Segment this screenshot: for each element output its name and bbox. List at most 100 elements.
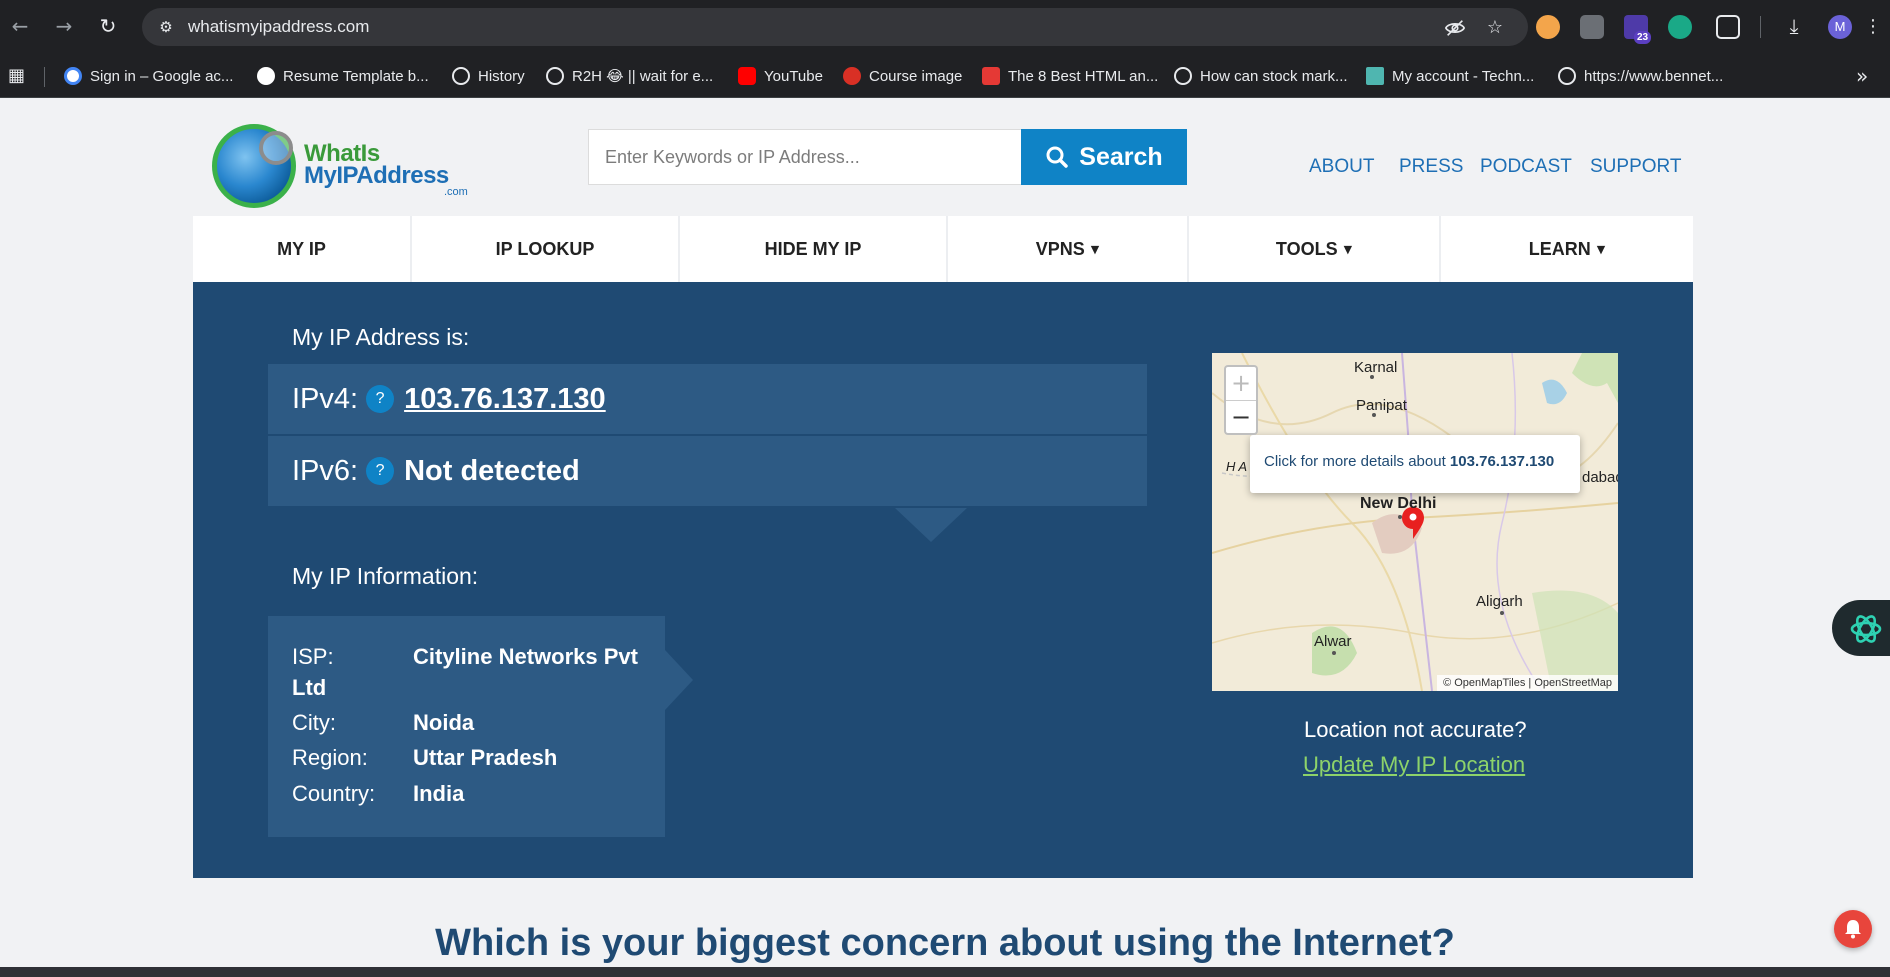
menu-learn[interactable]: LEARN ▼ xyxy=(1441,216,1693,282)
google-favicon-icon xyxy=(64,67,82,85)
bookmark-history[interactable]: History xyxy=(452,63,525,89)
download-icon[interactable]: ⤓ xyxy=(1782,14,1806,38)
extensions-puzzle-icon[interactable] xyxy=(1716,15,1740,39)
history-icon xyxy=(452,67,470,85)
bookmark-resume-template[interactable]: Resume Template b... xyxy=(257,63,429,89)
chevron-down-icon: ▼ xyxy=(1090,242,1100,256)
menu-tools[interactable]: TOOLS ▼ xyxy=(1189,216,1441,282)
map-label-dabad: dabad xyxy=(1582,469,1618,486)
bookmark-star-icon[interactable]: ☆ xyxy=(1484,17,1506,39)
country-label: Country: xyxy=(292,781,376,806)
ipv4-value[interactable]: 103.76.137.130 xyxy=(404,383,606,416)
browser-toolbar: ← → ↻ ⚙ whatismyipaddress.com ☆ 23 ⤓ M ⋮ xyxy=(0,0,1890,55)
globe-magnifier-icon xyxy=(212,124,296,208)
account-favicon-icon xyxy=(1366,67,1384,85)
search-input[interactable] xyxy=(588,129,1021,185)
ai-assistant-icon xyxy=(1850,615,1882,643)
map-label-new-delhi: New Delhi xyxy=(1360,495,1437,512)
nav-support[interactable]: SUPPORT xyxy=(1590,155,1682,179)
forward-icon[interactable]: → xyxy=(52,14,76,38)
zoom-out-button[interactable]: − xyxy=(1226,401,1256,434)
city-label: City: xyxy=(292,710,336,735)
ip-box-pointer xyxy=(895,508,967,542)
logo-text-line3: .com xyxy=(444,186,468,198)
bookmarks-divider xyxy=(44,67,45,87)
nav-podcast[interactable]: PODCAST xyxy=(1480,155,1572,179)
isp-value-cont: Ltd xyxy=(292,675,327,700)
concern-heading: Which is your biggest concern about usin… xyxy=(435,922,1455,964)
map-popup[interactable]: Click for more details about 103.76.137.… xyxy=(1250,435,1580,493)
resume-favicon-icon xyxy=(257,67,275,85)
globe-icon xyxy=(1174,67,1192,85)
extension-icon-1[interactable] xyxy=(1536,15,1560,39)
ip-location-map[interactable]: Karnal Panipat HA New Delhi dabad Aligar… xyxy=(1212,353,1618,691)
search-button[interactable]: Search xyxy=(1021,129,1187,185)
back-icon[interactable]: ← xyxy=(8,14,32,38)
map-tiles xyxy=(1212,353,1618,691)
apps-grid-icon[interactable]: ▦ xyxy=(8,66,28,86)
ipv6-value: Not detected xyxy=(404,454,580,487)
isp-label: ISP: xyxy=(292,644,334,669)
map-attribution[interactable]: © OpenMapTiles | OpenStreetMap xyxy=(1437,675,1618,691)
bookmark-best-html[interactable]: The 8 Best HTML an... xyxy=(982,63,1158,89)
map-popup-text: Click for more details about xyxy=(1264,453,1446,470)
profile-avatar[interactable]: M xyxy=(1828,15,1852,39)
region-label: Region: xyxy=(292,745,368,770)
bookmark-youtube[interactable]: YouTube xyxy=(738,63,823,89)
city-value: Noida xyxy=(413,710,475,735)
bookmark-google-signin[interactable]: Sign in – Google ac... xyxy=(64,63,233,89)
site-logo[interactable]: WhatIs MyIPAddress .com xyxy=(212,120,472,212)
isp-value: Cityline Networks Pvt xyxy=(413,644,638,669)
bookmarks-bar: ▦ Sign in – Google ac... Resume Template… xyxy=(0,55,1890,98)
bookmark-stock-market[interactable]: How can stock mark... xyxy=(1174,63,1348,89)
bookmark-bennet[interactable]: https://www.bennet... xyxy=(1558,63,1723,89)
ip-hero-panel: My IP Address is: IPv4: ? 103.76.137.130… xyxy=(193,282,1693,878)
region-value: Uttar Pradesh xyxy=(413,745,558,770)
toolbar-divider xyxy=(1760,16,1761,38)
status-strip xyxy=(0,967,1890,977)
bookmark-course-image[interactable]: Course image xyxy=(843,63,962,89)
map-label-ha: HA xyxy=(1226,459,1251,474)
logo-text-line2: MyIPAddress xyxy=(304,162,449,189)
extension-icon-2[interactable] xyxy=(1580,15,1604,39)
address-bar[interactable]: ⚙ whatismyipaddress.com ☆ xyxy=(142,8,1528,46)
map-label-alwar: Alwar xyxy=(1314,633,1352,650)
country-value: India xyxy=(413,781,465,806)
ip-info-box: ISP: Cityline Networks Pvt Ltd City: Noi… xyxy=(268,616,665,837)
info-box-pointer xyxy=(665,650,693,710)
menu-hide-my-ip[interactable]: HIDE MY IP xyxy=(680,216,948,282)
ai-assistant-button[interactable] xyxy=(1832,600,1890,656)
course-favicon-icon xyxy=(843,67,861,85)
nav-about[interactable]: ABOUT xyxy=(1309,155,1374,179)
menu-my-ip[interactable]: MY IP xyxy=(193,216,412,282)
ipv4-label: IPv4: xyxy=(292,382,359,415)
eye-off-icon[interactable] xyxy=(1444,17,1466,39)
help-icon[interactable]: ? xyxy=(366,385,395,413)
site-settings-icon[interactable]: ⚙ xyxy=(156,17,176,37)
menu-vpns[interactable]: VPNS ▼ xyxy=(948,216,1189,282)
address-url[interactable]: whatismyipaddress.com xyxy=(188,17,369,37)
menu-ip-lookup[interactable]: IP LOOKUP xyxy=(412,216,680,282)
browser-menu-icon[interactable]: ⋮ xyxy=(1864,14,1882,40)
zoom-in-button[interactable]: + xyxy=(1226,367,1256,400)
update-location-link[interactable]: Update My IP Location xyxy=(1303,752,1525,778)
nav-press[interactable]: PRESS xyxy=(1399,155,1463,179)
chevron-down-icon: ▼ xyxy=(1343,242,1353,256)
map-label-karnal: Karnal xyxy=(1354,359,1398,376)
globe-icon xyxy=(546,67,564,85)
bookmark-r2h[interactable]: R2H 😂 || wait for e... xyxy=(546,63,713,89)
bell-icon xyxy=(1845,920,1861,939)
map-label-panipat: Panipat xyxy=(1356,397,1407,414)
reload-icon[interactable]: ↻ xyxy=(96,14,120,38)
my-ip-heading: My IP Address is: xyxy=(292,324,470,350)
ipv6-label: IPv6: xyxy=(292,454,359,487)
notification-bell-button[interactable] xyxy=(1834,910,1872,948)
chatgpt-extension-icon[interactable] xyxy=(1668,15,1692,39)
map-popup-ip[interactable]: 103.76.137.130 xyxy=(1450,453,1554,470)
more-bookmarks-icon[interactable]: » xyxy=(1856,65,1868,87)
search-icon xyxy=(1046,146,1069,168)
bookmark-my-account[interactable]: My account - Techn... xyxy=(1366,63,1534,89)
extension-badge: 23 xyxy=(1634,31,1652,44)
help-icon[interactable]: ? xyxy=(366,457,395,485)
chevron-down-icon: ▼ xyxy=(1596,242,1606,256)
